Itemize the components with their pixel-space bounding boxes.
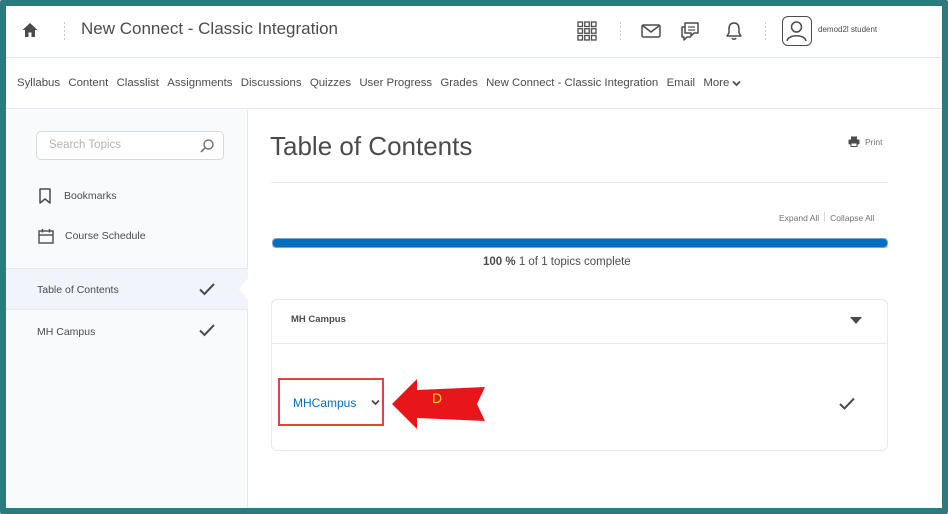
- user-avatar-icon[interactable]: [782, 16, 812, 46]
- sidebar-item-mh-campus[interactable]: MH Campus: [6, 310, 248, 352]
- sidebar: Search Topics Bookmarks Course Schedule …: [6, 110, 249, 508]
- separator: [620, 22, 621, 40]
- sidebar-item-label: Course Schedule: [65, 230, 146, 242]
- search-input[interactable]: Search Topics: [36, 131, 224, 160]
- nav-item-user-progress[interactable]: User Progress: [359, 77, 432, 89]
- course-navbar: Syllabus Content Classlist Assignments D…: [6, 59, 942, 109]
- module-panel: MH Campus MHCampus: [271, 299, 888, 451]
- annotation-label: D: [432, 390, 443, 406]
- nav-item-discussions[interactable]: Discussions: [241, 77, 302, 89]
- nav-list: Syllabus Content Classlist Assignments D…: [17, 77, 750, 89]
- checkmark-icon: [839, 397, 855, 410]
- chevron-down-icon: [732, 80, 741, 86]
- divider: [271, 182, 888, 183]
- nav-item-quizzes[interactable]: Quizzes: [310, 77, 351, 89]
- nav-item-content[interactable]: Content: [68, 77, 108, 89]
- nav-item-classlist[interactable]: Classlist: [117, 77, 159, 89]
- separator: [824, 212, 826, 222]
- nav-item-email[interactable]: Email: [667, 77, 695, 89]
- nav-more-button[interactable]: More: [703, 77, 741, 89]
- collapse-all-link[interactable]: Collapse All: [830, 213, 874, 223]
- expand-collapse-controls: Expand All Collapse All: [779, 212, 875, 223]
- progress-bar: [272, 238, 888, 248]
- bookmark-icon: [39, 188, 51, 204]
- sidebar-item-label: Table of Contents: [37, 284, 119, 296]
- search-placeholder: Search Topics: [49, 139, 122, 151]
- apps-grid-icon[interactable]: [576, 20, 598, 42]
- nav-item-new-connect[interactable]: New Connect - Classic Integration: [486, 77, 658, 89]
- selection-pointer: [239, 277, 249, 301]
- nav-item-assignments[interactable]: Assignments: [167, 77, 232, 89]
- username[interactable]: demod2l student: [818, 25, 877, 34]
- progress-status: 100 % 1 of 1 topics complete: [483, 256, 631, 268]
- search-icon[interactable]: [199, 138, 215, 154]
- nav-item-grades[interactable]: Grades: [440, 77, 477, 89]
- module-title: MH Campus: [291, 314, 346, 325]
- topic-link-mhcampus[interactable]: MHCampus: [293, 396, 356, 410]
- chat-icon[interactable]: [679, 20, 701, 42]
- home-icon[interactable]: [21, 21, 39, 39]
- sidebar-item-label: MH Campus: [37, 326, 96, 338]
- nav-more-label: More: [703, 77, 730, 89]
- progress-percent: 100 %: [483, 256, 516, 268]
- checkmark-icon: [199, 324, 215, 337]
- module-header[interactable]: MH Campus: [272, 300, 887, 344]
- mail-icon[interactable]: [640, 20, 662, 42]
- nav-item-syllabus[interactable]: Syllabus: [17, 77, 60, 89]
- highlight-box: MHCampus: [278, 378, 384, 426]
- caret-down-icon[interactable]: [850, 317, 862, 324]
- separator: [64, 22, 65, 40]
- bell-icon[interactable]: [723, 20, 745, 42]
- sidebar-item-course-schedule[interactable]: Course Schedule: [38, 228, 146, 244]
- expand-all-link[interactable]: Expand All: [779, 213, 819, 223]
- checkmark-icon: [199, 283, 215, 296]
- course-title[interactable]: New Connect - Classic Integration: [81, 19, 338, 39]
- browser-frame: New Connect - Classic Integration demod2…: [0, 0, 948, 514]
- chevron-down-icon[interactable]: [371, 399, 380, 406]
- page-title: Table of Contents: [270, 131, 473, 161]
- calendar-icon: [38, 229, 54, 244]
- sidebar-item-bookmarks[interactable]: Bookmarks: [38, 188, 117, 204]
- sidebar-item-table-of-contents[interactable]: Table of Contents: [6, 268, 248, 310]
- top-bar: New Connect - Classic Integration demod2…: [6, 6, 942, 58]
- sidebar-item-label: Bookmarks: [64, 190, 117, 202]
- printer-icon: [848, 136, 860, 147]
- print-label: Print: [865, 136, 883, 147]
- progress-bar-fill: [273, 239, 887, 247]
- progress-detail: 1 of 1 topics complete: [518, 256, 631, 268]
- separator: [765, 22, 766, 40]
- print-button[interactable]: Print: [848, 136, 882, 147]
